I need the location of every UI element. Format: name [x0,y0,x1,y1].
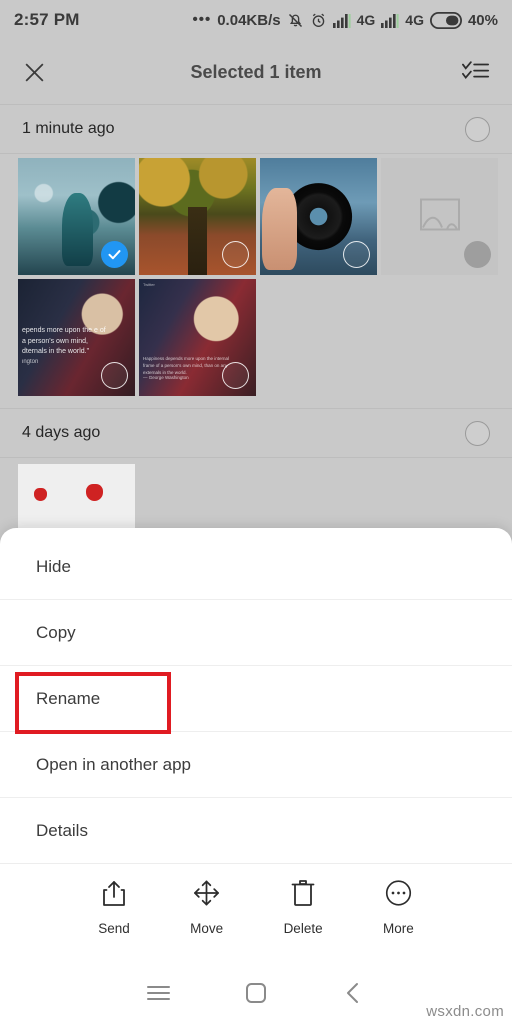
trash-icon [291,879,315,912]
image-placeholder-icon [419,198,460,235]
statue-photo[interactable] [18,158,135,275]
alarm-icon [310,12,327,29]
status-time: 2:57 PM [14,10,80,29]
section-header-1[interactable]: 1 minute ago [0,104,512,154]
close-icon[interactable] [22,60,47,85]
move-button[interactable]: Move [190,879,223,936]
status-dots-icon: ••• [192,11,212,28]
unselected-badge[interactable] [464,241,491,268]
bottom-sheet: Hide Copy Rename Open in another app Det… [0,528,512,1024]
menu-item-open-in-another-app[interactable]: Open in another app [0,732,512,798]
signal-bars-icon [332,13,351,28]
app-bar: Selected 1 item [0,40,512,104]
delete-label: Delete [283,920,323,936]
placeholder-photo[interactable] [381,158,498,275]
checklist-icon[interactable] [462,60,490,84]
page-title: Selected 1 item [190,61,322,82]
menu-item-rename[interactable]: Rename [0,666,512,732]
photo-row-1 [0,158,512,279]
battery-level: 40% [467,11,498,29]
more-label: More [383,920,414,936]
section-select-circle[interactable] [465,420,490,446]
washington-quote-photo-2[interactable]: Twitter Happiness depends more upon the … [139,279,256,396]
watermark: wsxdn.com [426,1003,504,1020]
camera-lens-photo[interactable] [260,158,377,275]
hamburger-menu-icon[interactable] [136,970,182,1016]
unselected-badge[interactable] [101,362,128,389]
network-type-1: 4G [356,12,376,28]
autumn-forest-photo[interactable] [139,158,256,275]
signal-bars-icon-2 [381,13,399,28]
source-tag: Twitter [143,282,155,287]
quote-author: ington [22,358,39,365]
menu-item-details[interactable]: Details [0,798,512,864]
share-icon [101,879,127,912]
status-bar: 2:57 PM ••• 0.04KB/s 4G 4G 40% [0,0,512,40]
move-arrows-icon [193,879,220,912]
home-square-icon[interactable] [233,970,279,1016]
action-bar: Send Move Delete More [0,870,512,962]
network-rate: 0.04KB/s [217,11,281,29]
phone-screen: 2:57 PM ••• 0.04KB/s 4G 4G 40% Selected … [0,0,512,1024]
network-type-2: 4G [405,12,424,28]
battery-icon [429,11,462,29]
unselected-badge[interactable] [343,241,370,268]
delete-button[interactable]: Delete [284,879,323,936]
selected-check-badge[interactable] [101,241,128,268]
photo-row-2: epends more upon the e of a person's own… [0,279,512,400]
section-header-2[interactable]: 4 days ago [0,408,512,458]
photo-grid: epends more upon the e of a person's own… [0,154,512,400]
more-button[interactable]: More [383,879,414,936]
send-button[interactable]: Send [98,879,130,936]
menu-item-copy[interactable]: Copy [0,600,512,666]
bell-muted-icon [287,12,304,29]
section-title: 1 minute ago [22,120,115,137]
more-circle-icon [385,879,412,912]
washington-quote-photo-1[interactable]: epends more upon the e of a person's own… [18,279,135,396]
quote-author: — George Washington [143,374,189,380]
section-title: 4 days ago [22,424,101,441]
unselected-badge[interactable] [222,362,249,389]
section-select-circle[interactable] [465,116,490,142]
context-menu: Hide Copy Rename Open in another app Det… [0,528,512,864]
android-nav-bar: wsxdn.com [0,962,512,1024]
back-chevron-icon[interactable] [330,970,376,1016]
quote-overlay-text: epends more upon the e of a person's own… [22,326,106,356]
unselected-badge[interactable] [222,241,249,268]
send-label: Send [98,920,130,936]
menu-item-hide[interactable]: Hide [0,534,512,600]
move-label: Move [190,920,224,936]
